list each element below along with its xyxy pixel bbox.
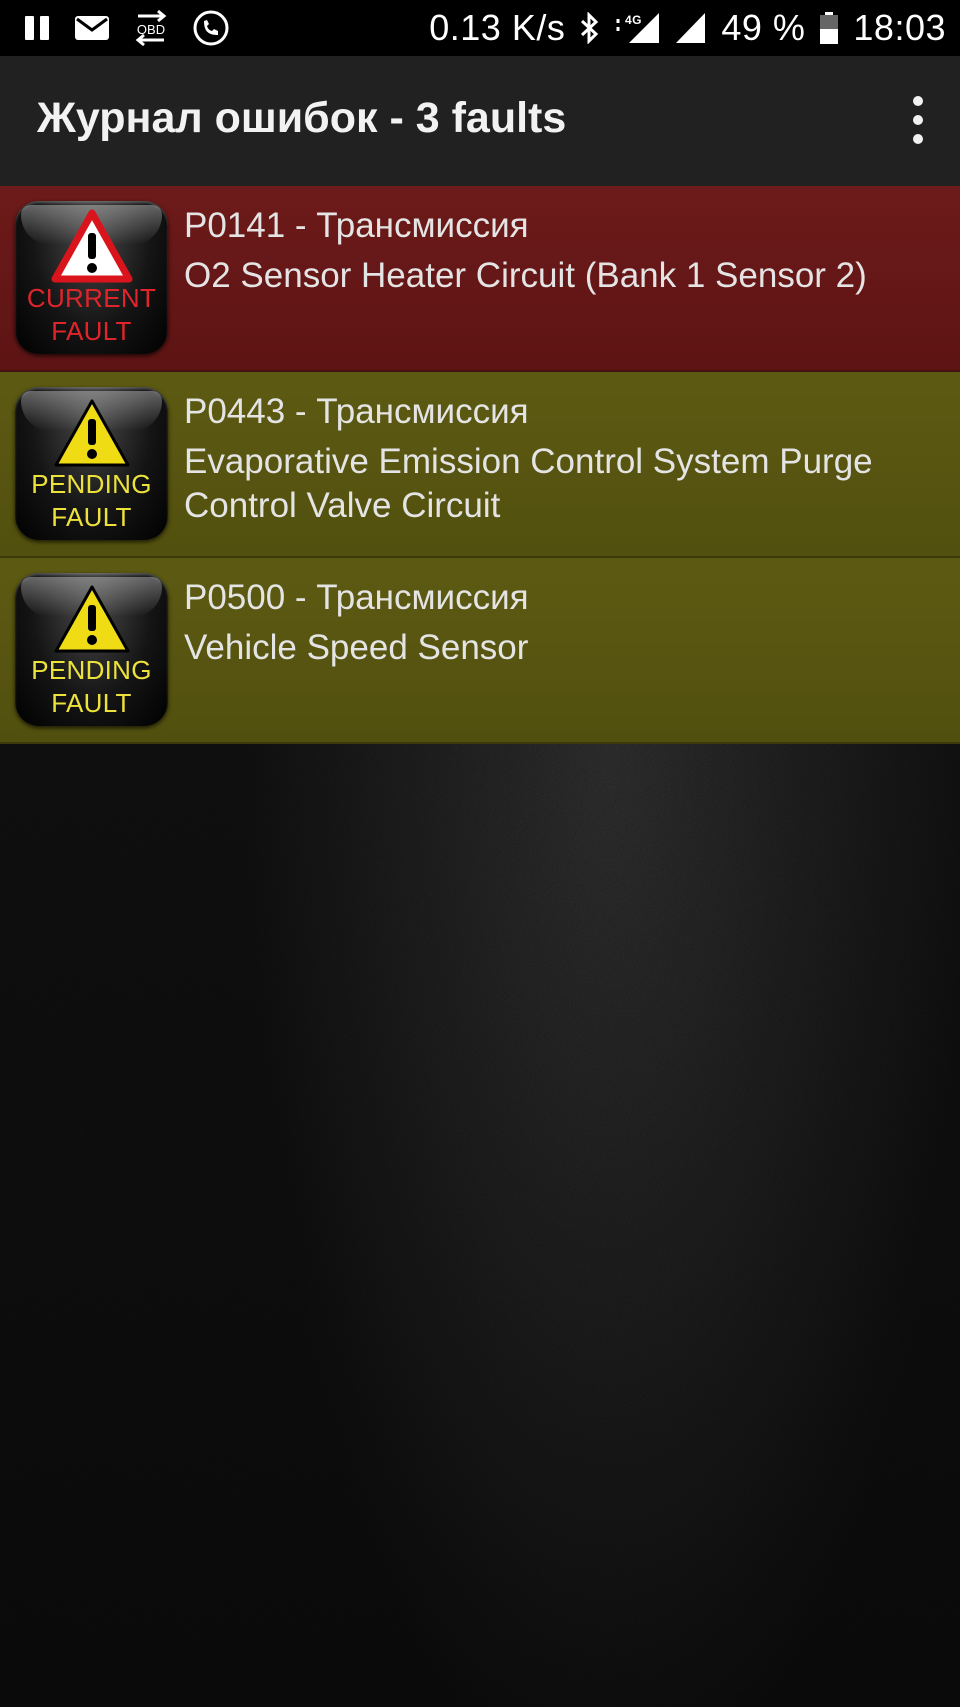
battery-percent: 49 % [721, 7, 806, 48]
current-fault-badge: CURRENT FAULT [15, 201, 168, 354]
more-vert-dot [913, 134, 923, 144]
pending-fault-badge: PENDING FAULT [15, 573, 168, 726]
network-type: 4G [625, 13, 642, 27]
pending-fault-badge: PENDING FAULT [15, 387, 168, 540]
network-speed: 0.13 K/s [429, 7, 566, 48]
more-options-button[interactable] [898, 96, 938, 144]
warning-triangle-icon [51, 209, 133, 283]
app-bar: Журнал ошибок - 3 faults [0, 56, 960, 186]
fault-description: O2 Sensor Heater Circuit (Bank 1 Sensor … [184, 256, 867, 295]
badge-line-1: CURRENT [26, 283, 157, 313]
pause-icon [22, 13, 52, 43]
fault-description: Vehicle Speed Sensor [184, 628, 529, 667]
badge-line-1: PENDING [31, 655, 152, 685]
page-title: Журнал ошибок - 3 faults [37, 94, 567, 142]
phone-sync-icon [192, 9, 230, 47]
badge-line-2: FAULT [51, 688, 132, 718]
screen: OBD 0.13 K/s 4G 49 % 18:03 Журнал ошибок… [0, 0, 960, 1707]
signal-4g-icon: 4G [615, 11, 661, 45]
fault-code: P0141 - Трансмиссия [184, 206, 529, 245]
fault-row-pending[interactable]: PENDING FAULT P0443 - Трансмиссия Evapor… [0, 372, 960, 558]
fault-description: Evaporative Emission Control System Purg… [184, 442, 873, 525]
badge-line-2: FAULT [51, 502, 132, 532]
fault-row-pending[interactable]: PENDING FAULT P0500 - Трансмиссия Vehicl… [0, 558, 960, 744]
status-bar: OBD 0.13 K/s 4G 49 % 18:03 [0, 0, 960, 56]
mail-icon [74, 14, 110, 42]
fault-row-current[interactable]: CURRENT FAULT P0141 - Трансмиссия O2 Sen… [0, 186, 960, 372]
warning-triangle-icon [54, 399, 130, 467]
obd-label: OBD [137, 22, 165, 37]
obd-icon: OBD [132, 10, 170, 46]
fault-code: P0443 - Трансмиссия [184, 392, 529, 431]
more-vert-icon [913, 96, 923, 106]
more-vert-dot [913, 115, 923, 125]
signal-icon [675, 12, 707, 44]
badge-line-2: FAULT [51, 316, 132, 346]
battery-icon [819, 11, 839, 45]
fault-code: P0500 - Трансмиссия [184, 578, 529, 617]
warning-triangle-icon [54, 585, 130, 653]
bluetooth-icon [579, 12, 601, 44]
fault-list: CURRENT FAULT P0141 - Трансмиссия O2 Sen… [0, 186, 960, 744]
badge-line-1: PENDING [31, 469, 152, 499]
clock: 18:03 [853, 7, 946, 48]
